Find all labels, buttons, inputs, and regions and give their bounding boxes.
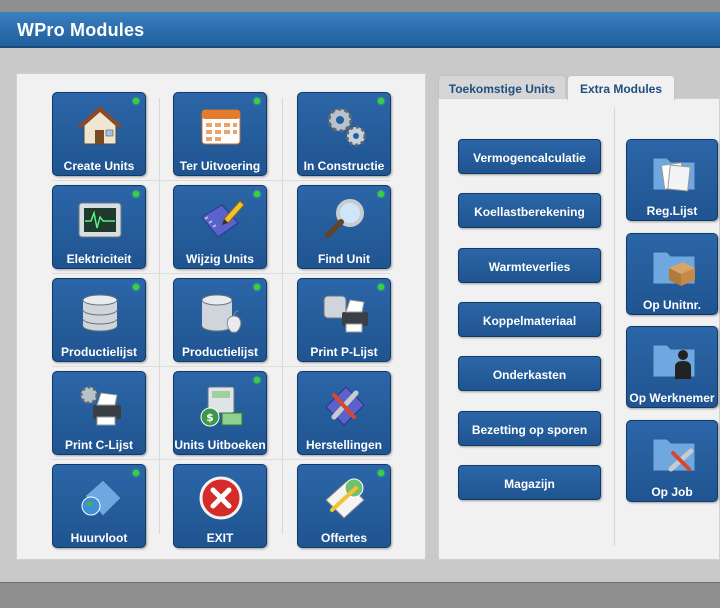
tile-label: Productielijst xyxy=(60,345,137,359)
house-icon xyxy=(77,106,123,145)
status-indicator xyxy=(378,470,384,476)
status-indicator xyxy=(133,470,139,476)
status-indicator xyxy=(133,98,139,104)
op-unitnr-button[interactable]: Op Unitnr. xyxy=(626,233,718,315)
tile-label: Elektriciteit xyxy=(66,252,132,266)
gears-icon xyxy=(327,107,367,147)
tile-label: Op Job xyxy=(651,485,693,499)
tile-label: Ter Uitvoering xyxy=(179,159,261,173)
status-indicator xyxy=(378,98,384,104)
folder-box-icon xyxy=(652,251,696,286)
tile-label: Print C-Lijst xyxy=(65,438,133,452)
grid-divider xyxy=(52,459,390,460)
folder-person-icon xyxy=(652,344,696,379)
svg-text:$: $ xyxy=(206,411,214,424)
status-indicator xyxy=(133,284,139,290)
oscilloscope-icon xyxy=(78,202,122,238)
panel-divider xyxy=(614,108,615,546)
onderkasten-button[interactable]: Onderkasten xyxy=(458,356,601,391)
status-indicator xyxy=(254,284,260,290)
magazijn-button[interactable]: Magazijn xyxy=(458,465,601,500)
grid-divider xyxy=(52,180,390,181)
in-constructie-button[interactable]: In Constructie xyxy=(297,92,391,176)
status-indicator xyxy=(378,284,384,290)
tile-label: Op Unitnr. xyxy=(643,298,701,312)
offertes-button[interactable]: Offertes xyxy=(297,464,391,548)
close-icon xyxy=(199,476,243,520)
title-bar: WPro Modules xyxy=(0,12,720,48)
herstellingen-button[interactable]: Herstellingen xyxy=(297,371,391,455)
tile-label: Wijzig Units xyxy=(186,252,254,266)
database-apple-icon xyxy=(201,294,242,333)
document-pen-icon xyxy=(325,478,365,519)
database-icon xyxy=(82,294,118,332)
status-bar xyxy=(0,582,720,608)
magnifier-icon xyxy=(325,199,364,238)
tile-label: Print P-Lijst xyxy=(310,345,378,359)
reg-lijst-button[interactable]: Reg.Lijst xyxy=(626,139,718,221)
productielijst-apple-button[interactable]: Productielijst xyxy=(173,278,267,362)
cash-register-icon: $ xyxy=(200,386,243,427)
op-werknemer-button[interactable]: Op Werknemer xyxy=(626,326,718,408)
printer-icon xyxy=(323,295,368,333)
tile-label: Units Uitboeken xyxy=(174,438,266,452)
tile-label: Create Units xyxy=(63,159,135,173)
grid-divider xyxy=(52,273,390,274)
huurvloot-button[interactable]: Huurvloot xyxy=(52,464,146,548)
tab-toekomstige-units[interactable]: Toekomstige Units xyxy=(438,75,566,99)
units-uitboeken-button[interactable]: $ Units Uitboeken xyxy=(173,371,267,455)
status-indicator xyxy=(133,191,139,197)
tab-extra-modules[interactable]: Extra Modules xyxy=(567,75,675,100)
status-indicator xyxy=(254,98,260,104)
tile-label: Find Unit xyxy=(318,252,370,266)
tile-label: EXIT xyxy=(206,531,234,545)
vermogencalculatie-button[interactable]: Vermogencalculatie xyxy=(458,139,601,174)
printer-gears-icon xyxy=(79,385,121,426)
top-strip xyxy=(0,0,720,12)
exit-button[interactable]: EXIT xyxy=(173,464,267,548)
tile-label: Herstellingen xyxy=(305,438,383,452)
tile-label: Reg.Lijst xyxy=(646,204,698,218)
find-unit-button[interactable]: Find Unit xyxy=(297,185,391,269)
folder-documents-icon xyxy=(652,157,696,192)
folder-globe-icon xyxy=(81,479,122,517)
tile-label: Huurvloot xyxy=(70,531,128,545)
tile-label: In Constructie xyxy=(303,159,385,173)
status-indicator xyxy=(254,191,260,197)
tile-label: Productielijst xyxy=(181,345,258,359)
folder-tools-icon xyxy=(652,438,696,472)
status-indicator xyxy=(254,377,260,383)
print-c-lijst-button[interactable]: Print C-Lijst xyxy=(52,371,146,455)
window-title: WPro Modules xyxy=(17,20,145,40)
grid-divider xyxy=(282,98,283,534)
productielijst-button[interactable]: Productielijst xyxy=(52,278,146,362)
calendar-icon xyxy=(201,109,241,145)
ter-uitvoering-button[interactable]: Ter Uitvoering xyxy=(173,92,267,176)
tools-icon xyxy=(325,386,365,426)
wijzig-units-button[interactable]: Wijzig Units xyxy=(173,185,267,269)
tile-label: Offertes xyxy=(320,531,367,545)
elektriciteit-button[interactable]: Elektriciteit xyxy=(52,185,146,269)
print-p-lijst-button[interactable]: Print P-Lijst xyxy=(297,278,391,362)
bezetting-op-sporen-button[interactable]: Bezetting op sporen xyxy=(458,411,601,446)
tile-label: Op Werknemer xyxy=(629,391,715,405)
warmteverlies-button[interactable]: Warmteverlies xyxy=(458,248,601,283)
create-units-button[interactable]: Create Units xyxy=(52,92,146,176)
pencil-notebook-icon xyxy=(201,200,245,238)
koellastberekening-button[interactable]: Koellastberekening xyxy=(458,193,601,228)
op-job-button[interactable]: Op Job xyxy=(626,420,718,502)
grid-divider xyxy=(52,366,390,367)
status-indicator xyxy=(378,191,384,197)
grid-divider xyxy=(159,98,160,534)
koppelmateriaal-button[interactable]: Koppelmateriaal xyxy=(458,302,601,337)
